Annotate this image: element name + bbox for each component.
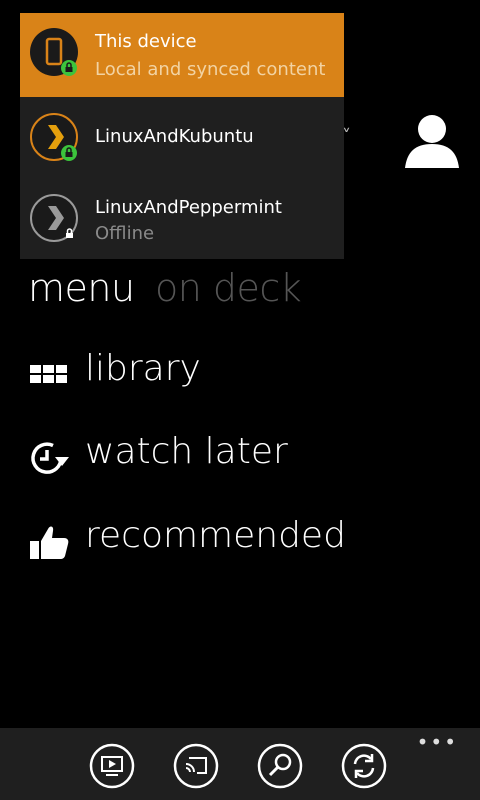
more-options-button[interactable]: ••• — [417, 730, 458, 754]
pivot-on-deck[interactable]: on deck — [155, 266, 302, 310]
thumbs-up-icon — [30, 526, 69, 559]
menu-label: watch later — [85, 431, 288, 472]
clock-arrow-icon — [31, 442, 69, 474]
server-item-this-device[interactable]: This device Local and synced content — [20, 13, 344, 97]
menu-label: recommended — [85, 515, 346, 556]
server-item-linuxandkubuntu[interactable]: LinuxAndKubuntu — [20, 97, 344, 181]
plex-icon — [30, 194, 78, 242]
server-name: This device — [95, 31, 197, 52]
server-status: Offline — [95, 223, 155, 244]
server-name: LinuxAndPeppermint — [95, 197, 282, 218]
play-on-screen-button[interactable] — [89, 743, 135, 789]
plex-icon — [30, 113, 78, 161]
cast-button[interactable] — [173, 743, 219, 789]
app-screen: ˅ This device Local and synced content L… — [0, 0, 480, 800]
phone-icon — [30, 28, 78, 76]
user-avatar-icon[interactable] — [405, 112, 459, 168]
menu-item-watch-later[interactable]: watch later — [28, 431, 448, 481]
grid-icon — [30, 365, 67, 383]
menu-item-library[interactable]: library — [28, 348, 448, 398]
server-subtitle: Local and synced content — [95, 59, 326, 80]
server-name: LinuxAndKubuntu — [95, 126, 254, 147]
server-dropdown: This device Local and synced content Lin… — [20, 13, 344, 259]
refresh-button[interactable] — [341, 743, 387, 789]
pivot-menu[interactable]: menu — [28, 266, 135, 310]
menu-item-recommended[interactable]: recommended — [28, 515, 448, 565]
app-bar: ••• — [0, 728, 480, 800]
server-item-linuxandpeppermint[interactable]: LinuxAndPeppermint Offline — [20, 181, 344, 259]
search-button[interactable] — [257, 743, 303, 789]
menu-label: library — [85, 348, 201, 389]
